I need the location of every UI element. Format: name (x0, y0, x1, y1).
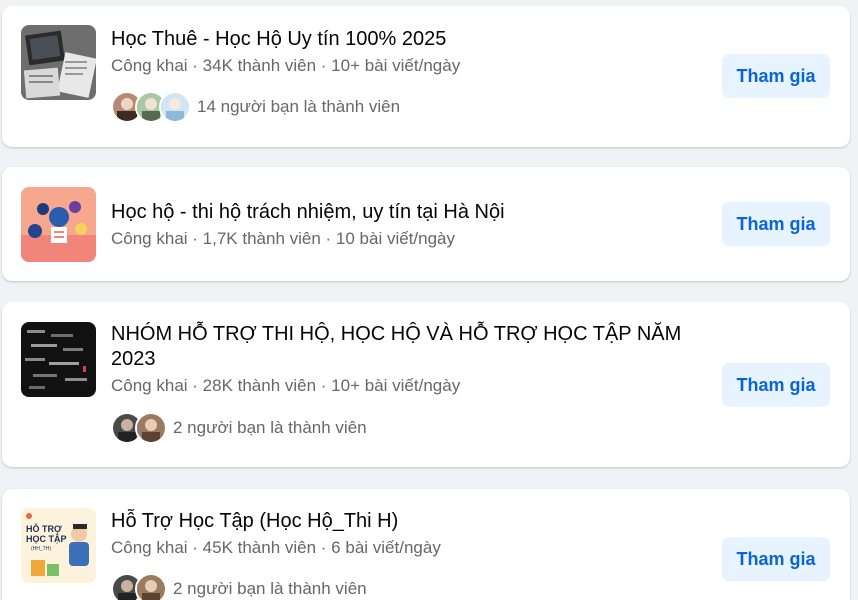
friends-members: 2 người bạn là thành viên (111, 412, 367, 444)
group-card[interactable]: Học Thuê - Học Hộ Uy tín 100% 2025 Công … (2, 6, 850, 147)
group-title[interactable]: Hỗ Trợ Học Tập (Học Hộ_Thi H) (111, 509, 711, 534)
group-card[interactable]: Học hộ - thi hộ trách nhiệm, uy tín tại … (2, 167, 850, 281)
group-thumbnail[interactable] (21, 187, 96, 262)
friends-count-text: 2 người bạn là thành viên (173, 418, 367, 437)
thumbnail-text-line: HỖ TRỢ (26, 523, 62, 534)
group-card[interactable]: HỖ TRỢ HỌC TẬP (HH_TH) Hỗ Trợ Học Tập (H… (2, 489, 850, 600)
friends-members: 2 người bạn là thành viên (111, 573, 367, 600)
friends-count-text: 14 người bạn là thành viên (197, 97, 401, 116)
group-meta: Công khai · 45K thành viên · 6 bài viết/… (111, 538, 441, 557)
group-title[interactable]: Học Thuê - Học Hộ Uy tín 100% 2025 (111, 27, 711, 52)
friends-members: 14 người bạn là thành viên (111, 91, 400, 123)
group-title[interactable]: NHÓM HỖ TRỢ THI HỘ, HỌC HỘ VÀ HỖ TRỢ HỌC… (111, 322, 711, 372)
friend-avatar[interactable] (135, 573, 167, 600)
friend-avatar[interactable] (135, 412, 167, 444)
group-thumbnail[interactable] (21, 322, 96, 397)
group-meta: Công khai · 1,7K thành viên · 10 bài viế… (111, 229, 455, 248)
thumbnail-text-line: (HH_TH) (31, 546, 51, 552)
join-group-button[interactable]: Tham gia (722, 537, 830, 581)
group-thumbnail[interactable]: HỖ TRỢ HỌC TẬP (HH_TH) (21, 508, 96, 583)
join-group-button[interactable]: Tham gia (722, 54, 830, 98)
group-title[interactable]: Học hộ - thi hộ trách nhiệm, uy tín tại … (111, 200, 711, 225)
join-group-button[interactable]: Tham gia (722, 363, 830, 407)
group-thumbnail[interactable] (21, 25, 96, 100)
group-meta: Công khai · 34K thành viên · 10+ bài viế… (111, 56, 461, 75)
join-group-button[interactable]: Tham gia (722, 202, 830, 246)
group-search-results: Học Thuê - Học Hộ Uy tín 100% 2025 Công … (0, 0, 858, 600)
thumbnail-text-line: HỌC TẬP (26, 533, 67, 544)
friend-avatar[interactable] (159, 91, 191, 123)
friends-count-text: 2 người bạn là thành viên (173, 579, 367, 598)
group-meta: Công khai · 28K thành viên · 10+ bài viế… (111, 376, 461, 395)
group-card[interactable]: NHÓM HỖ TRỢ THI HỘ, HỌC HỘ VÀ HỖ TRỢ HỌC… (2, 302, 850, 467)
